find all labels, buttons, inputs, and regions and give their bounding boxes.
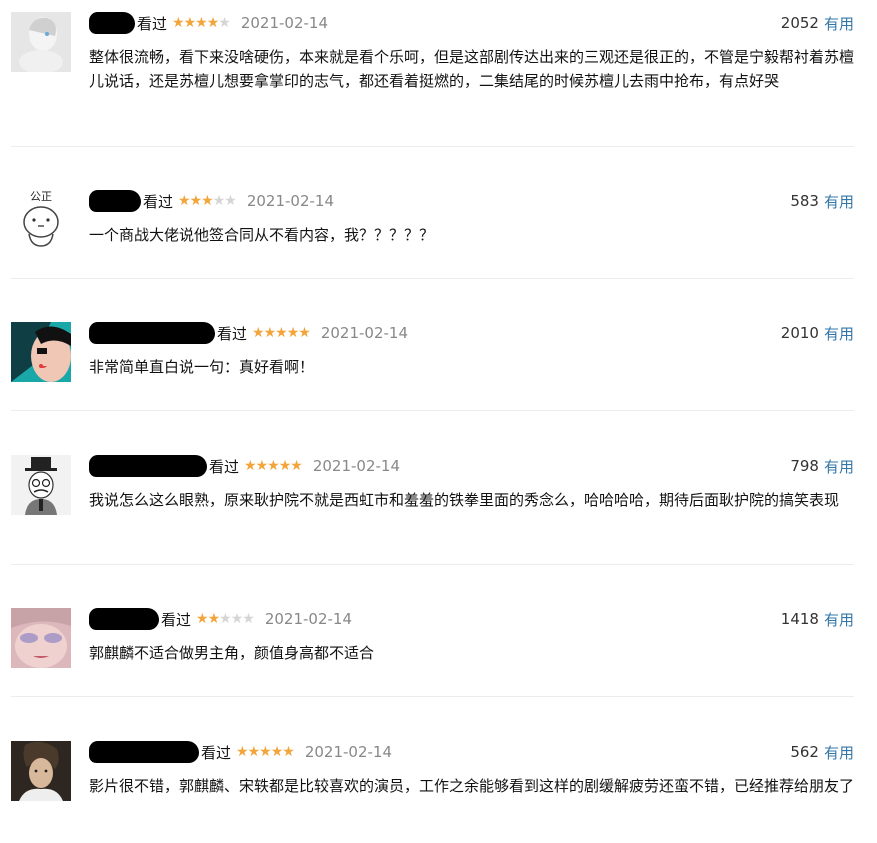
star-filled-icon: ★ xyxy=(247,744,261,760)
user-avatar[interactable] xyxy=(11,608,71,668)
vote-count: 562 xyxy=(790,743,819,761)
user-avatar[interactable] xyxy=(11,741,71,801)
divider xyxy=(11,146,854,147)
vote-count: 2052 xyxy=(780,14,819,32)
comment-text: 郭麒麟不适合做男主角，颜值身高都不适合 xyxy=(89,644,375,662)
user-avatar[interactable] xyxy=(11,12,71,72)
user-avatar[interactable] xyxy=(11,455,71,515)
star-empty-icon: ★ xyxy=(242,611,255,627)
star-filled-icon: ★ xyxy=(267,458,280,474)
star-empty-icon: ★ xyxy=(230,611,244,627)
comment-text: 非常简单直白说一句：真好看啊！ xyxy=(89,358,315,376)
star-filled-icon: ★ xyxy=(236,744,249,760)
star-filled-icon: ★ xyxy=(207,611,221,627)
star-filled-icon: ★ xyxy=(298,325,311,341)
useful-button[interactable]: 有用 xyxy=(824,742,854,763)
rating-stars: ★★★★★ xyxy=(244,458,303,474)
comment-date: 2021-02-14 xyxy=(304,743,393,761)
comment-text: 一个商战大佬说他签合同从不看内容，我？？？？？ xyxy=(89,226,435,244)
rating-stars: ★★★★★ xyxy=(252,325,311,341)
vote-count: 1418 xyxy=(780,610,819,628)
redacted-username xyxy=(89,741,199,763)
watched-label: 看过 xyxy=(209,457,240,476)
comment-meta: 看过 ★★★★★ 2021-02-14 xyxy=(89,741,392,763)
useful-button[interactable]: 有用 xyxy=(824,191,854,212)
vote-count: 798 xyxy=(790,457,819,475)
comment-date: 2021-02-14 xyxy=(320,324,409,342)
star-filled-icon: ★ xyxy=(278,458,292,474)
star-filled-icon: ★ xyxy=(172,15,185,31)
star-filled-icon: ★ xyxy=(270,744,284,760)
user-avatar[interactable] xyxy=(11,322,71,382)
star-empty-icon: ★ xyxy=(224,193,237,209)
rating-stars: ★★★★★ xyxy=(178,193,237,209)
redacted-username xyxy=(89,455,207,477)
comment-meta: 看过 ★★★★★ 2021-02-14 xyxy=(89,455,400,477)
comment-date: 2021-02-14 xyxy=(264,610,353,628)
useful-button[interactable]: 有用 xyxy=(824,323,854,344)
star-empty-icon: ★ xyxy=(219,611,232,627)
watched-label: 看过 xyxy=(201,743,232,762)
vote-area: 2052 有用 xyxy=(781,12,854,34)
comment-meta: 看过 ★★★★★ 2021-02-14 xyxy=(89,12,328,34)
comment-meta: 看过 ★★★★★ 2021-02-14 xyxy=(89,608,352,630)
comment-meta: 看过 ★★★★★ 2021-02-14 xyxy=(89,322,408,344)
vote-count: 2010 xyxy=(780,324,819,342)
star-filled-icon: ★ xyxy=(244,458,257,474)
rating-stars: ★★★★★ xyxy=(172,15,231,31)
star-filled-icon: ★ xyxy=(189,193,203,209)
comment-text: 整体很流畅，看下来没啥硬伤，本来就是看个乐呵，但是这部剧传达出来的三观还是很正的… xyxy=(89,48,855,90)
star-filled-icon: ★ xyxy=(282,744,295,760)
star-filled-icon: ★ xyxy=(196,611,209,627)
rating-stars: ★★★★★ xyxy=(196,611,255,627)
watched-label: 看过 xyxy=(217,324,248,343)
vote-count: 583 xyxy=(790,192,819,210)
star-filled-icon: ★ xyxy=(178,193,191,209)
watched-label: 看过 xyxy=(161,610,192,629)
vote-area: 583 有用 xyxy=(790,190,854,212)
star-filled-icon: ★ xyxy=(290,458,303,474)
vote-area: 562 有用 xyxy=(790,741,854,763)
comment-text: 我说怎么这么眼熟，原来耿护院不就是西虹市和羞羞的铁拳里面的秀念么，哈哈哈哈，期待… xyxy=(89,491,840,509)
vote-area: 1418 有用 xyxy=(781,608,854,630)
avatar-text: 公正 xyxy=(30,190,52,203)
redacted-username xyxy=(89,190,141,212)
star-filled-icon: ★ xyxy=(286,325,300,341)
divider xyxy=(11,564,854,565)
star-filled-icon: ★ xyxy=(263,325,277,341)
vote-area: 2010 有用 xyxy=(781,322,854,344)
rating-stars: ★★★★★ xyxy=(236,744,295,760)
divider xyxy=(11,696,854,697)
redacted-username xyxy=(89,12,135,34)
star-filled-icon: ★ xyxy=(195,15,208,31)
vote-area: 798 有用 xyxy=(790,455,854,477)
star-empty-icon: ★ xyxy=(218,15,231,31)
useful-button[interactable]: 有用 xyxy=(824,456,854,477)
useful-button[interactable]: 有用 xyxy=(824,13,854,34)
star-filled-icon: ★ xyxy=(201,193,214,209)
watched-label: 看过 xyxy=(137,14,168,33)
divider xyxy=(11,278,854,279)
comment-date: 2021-02-14 xyxy=(246,192,335,210)
comment-date: 2021-02-14 xyxy=(240,14,329,32)
useful-button[interactable]: 有用 xyxy=(824,609,854,630)
comment-date: 2021-02-14 xyxy=(312,457,401,475)
user-avatar[interactable]: 公正 xyxy=(11,190,71,250)
comment-meta: 看过 ★★★★★ 2021-02-14 xyxy=(89,190,334,212)
star-empty-icon: ★ xyxy=(212,193,226,209)
divider xyxy=(11,410,854,411)
star-filled-icon: ★ xyxy=(206,15,220,31)
redacted-username xyxy=(89,608,159,630)
comment-text: 影片很不错，郭麒麟、宋轶都是比较喜欢的演员，工作之余能够看到这样的剧缓解疲劳还蛮… xyxy=(89,777,855,795)
star-filled-icon: ★ xyxy=(255,458,269,474)
redacted-username xyxy=(89,322,215,344)
watched-label: 看过 xyxy=(143,192,174,211)
star-filled-icon: ★ xyxy=(259,744,272,760)
star-filled-icon: ★ xyxy=(275,325,288,341)
star-filled-icon: ★ xyxy=(183,15,197,31)
star-filled-icon: ★ xyxy=(252,325,265,341)
